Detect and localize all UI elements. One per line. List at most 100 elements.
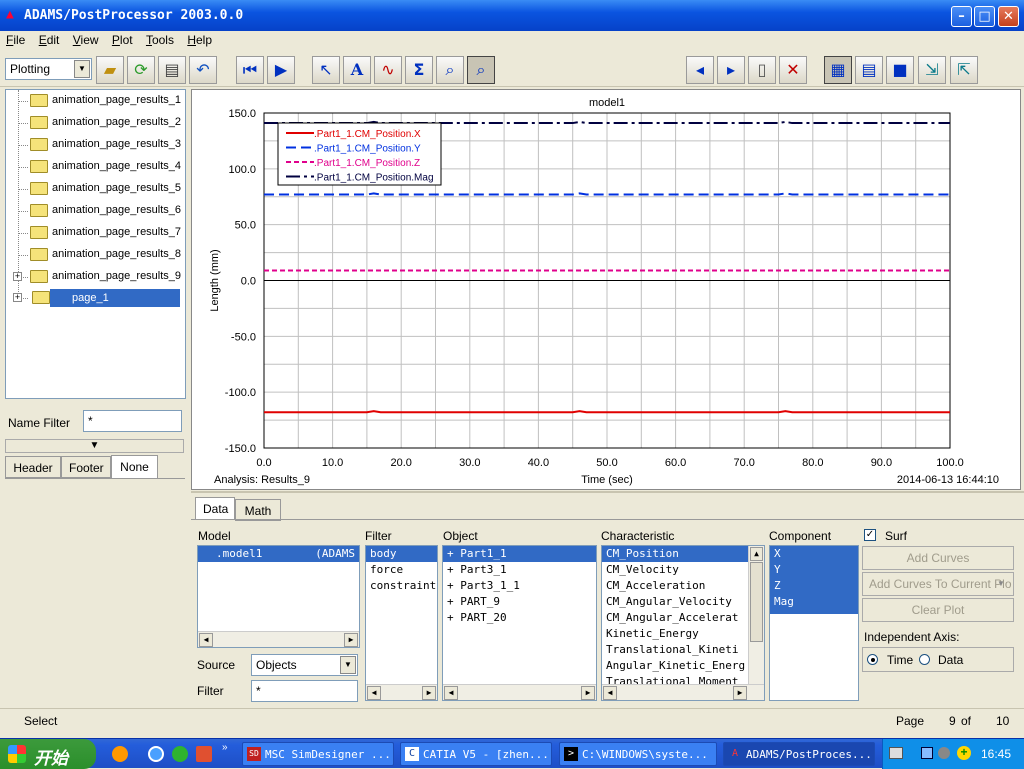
text-tool-icon[interactable]: A [343, 56, 371, 84]
tree-item-selected[interactable]: + page_1 [6, 289, 184, 307]
next-page-icon[interactable]: ▶ [267, 56, 295, 84]
list-item[interactable]: CM_Position [602, 546, 748, 562]
tab-math[interactable]: Math [235, 499, 281, 521]
add-curves-to-current-plot-button[interactable]: Add Curves To Current Plo ▼ [862, 572, 1014, 596]
scroll-right-icon[interactable]: ▶ [344, 633, 358, 647]
tab-footer[interactable]: Footer [61, 456, 111, 478]
filter-field-input[interactable]: * [251, 680, 358, 702]
first-page-icon[interactable]: ⏮ [236, 56, 264, 84]
list-item[interactable]: + Part1_1 [443, 546, 596, 562]
list-item[interactable]: Z [770, 578, 858, 594]
close-button[interactable]: ✕ [998, 6, 1019, 27]
expand-icon[interactable]: + [13, 293, 22, 302]
source-select[interactable]: Objects ▼ [251, 654, 358, 676]
list-item[interactable]: + PART_9 [443, 594, 596, 610]
tree-item[interactable]: animation_page_results_8 [6, 246, 184, 264]
keyboard-icon[interactable] [889, 747, 903, 759]
zoom-icon[interactable]: ⌕ [436, 56, 464, 84]
tree-item[interactable]: + animation_page_results_9 [6, 268, 184, 286]
new-page-icon[interactable]: ▯ [748, 56, 776, 84]
scroll-right-icon[interactable]: ▶ [733, 686, 747, 700]
list-item[interactable]: Angular_Kinetic_Energ [602, 658, 764, 674]
list-item[interactable]: force [366, 562, 437, 578]
list-item[interactable]: + Part3_1_1 [443, 578, 596, 594]
layout-full-icon[interactable]: ■ [886, 56, 914, 84]
time-radio[interactable] [867, 654, 878, 665]
characteristic-vscroll[interactable]: ▲ [748, 546, 764, 686]
list-item[interactable]: Translational_Moment [602, 674, 764, 684]
list-item[interactable]: body [366, 546, 437, 562]
scroll-left-icon[interactable]: ◀ [367, 686, 381, 700]
menu-plot[interactable]: Plot [106, 31, 137, 47]
menu-view[interactable]: View [67, 31, 103, 47]
list-item[interactable]: Y [770, 562, 858, 578]
scroll-thumb[interactable] [750, 562, 763, 642]
tree-item[interactable]: animation_page_results_3 [6, 136, 184, 154]
characteristic-list[interactable]: CM_Position CM_Velocity CM_Acceleration … [601, 545, 765, 701]
list-item[interactable]: Translational_Kineti [602, 642, 764, 658]
security-icon[interactable]: + [957, 746, 971, 760]
name-filter-input[interactable]: * [83, 410, 182, 432]
tree-item[interactable]: animation_page_results_1 [6, 92, 184, 110]
model-list[interactable]: .model1 (ADAMS ◀ ▶ [197, 545, 360, 648]
clear-plot-button[interactable]: Clear Plot [862, 598, 1014, 622]
task-simdesigner[interactable]: SD MSC SimDesigner ... [242, 742, 394, 766]
scroll-up-icon[interactable]: ▲ [750, 547, 763, 561]
layout-two-icon[interactable]: ▤ [855, 56, 883, 84]
characteristic-hscroll[interactable]: ◀ ▶ [602, 684, 764, 700]
add-curves-button[interactable]: Add Curves [862, 546, 1014, 570]
reload-icon[interactable]: ⟳ [127, 56, 155, 84]
surf-checkbox[interactable]: ✓ [864, 529, 876, 541]
tree-item[interactable]: animation_page_results_2 [6, 114, 184, 132]
list-item[interactable]: CM_Velocity [602, 562, 764, 578]
quicklaunch-icon[interactable] [112, 746, 128, 762]
scroll-right-icon[interactable]: ▶ [581, 686, 595, 700]
tab-header[interactable]: Header [5, 456, 61, 478]
tree-item[interactable]: animation_page_results_4 [6, 158, 184, 176]
minimize-button[interactable]: – [951, 6, 972, 27]
menu-edit[interactable]: Edit [33, 31, 64, 47]
list-item[interactable]: X [770, 546, 858, 562]
page-tree[interactable]: animation_page_results_1 animation_page_… [5, 89, 186, 399]
model-hscroll[interactable]: ◀ ▶ [198, 631, 359, 647]
task-adams[interactable]: A ADAMS/PostProces... [723, 742, 875, 766]
expand-icon[interactable]: + [13, 272, 22, 281]
filter-hscroll[interactable]: ◀ ▶ [366, 684, 437, 700]
menu-help[interactable]: Help [181, 31, 216, 47]
next-page-doc-icon[interactable]: ▸ [717, 56, 745, 84]
print-icon[interactable]: ▤ [158, 56, 186, 84]
list-item[interactable]: + Part3_1 [443, 562, 596, 578]
list-item[interactable]: .model1 (ADAMS [198, 546, 359, 562]
list-item[interactable]: Mag [770, 594, 858, 610]
export-icon[interactable]: ⇱ [950, 56, 978, 84]
object-list[interactable]: + Part1_1 + Part3_1 + Part3_1_1 + PART_9… [442, 545, 597, 701]
splitter[interactable] [191, 491, 1024, 493]
component-list[interactable]: X Y Z Mag [769, 545, 859, 701]
collapse-arrow-icon[interactable]: ▼ [5, 439, 184, 453]
maximize-button[interactable]: □ [974, 6, 995, 27]
filter-list[interactable]: body force constraint ◀ ▶ [365, 545, 438, 701]
messenger-icon[interactable] [172, 746, 188, 762]
app-shortcut-icon[interactable] [196, 746, 212, 762]
menu-file[interactable]: File [0, 31, 29, 47]
menu-tools[interactable]: Tools [140, 31, 178, 47]
tree-item[interactable]: animation_page_results_6 [6, 202, 184, 220]
task-cmd[interactable]: > C:\WINDOWS\syste... [559, 742, 717, 766]
mode-select[interactable]: Plotting ▼ [5, 58, 92, 80]
scroll-left-icon[interactable]: ◀ [199, 633, 213, 647]
list-item[interactable]: CM_Acceleration [602, 578, 764, 594]
layout-split-icon[interactable]: ▦ [824, 56, 852, 84]
import-icon[interactable]: ⇲ [918, 56, 946, 84]
tab-none[interactable]: None [111, 455, 158, 479]
select-arrow-icon[interactable]: ↖ [312, 56, 340, 84]
undo-icon[interactable]: ↶ [189, 56, 217, 84]
tree-item[interactable]: animation_page_results_5 [6, 180, 184, 198]
list-item[interactable]: Kinetic_Energy [602, 626, 764, 642]
list-item[interactable]: CM_Angular_Velocity [602, 594, 764, 610]
object-hscroll[interactable]: ◀ ▶ [443, 684, 596, 700]
chevron-more-icon[interactable]: » [222, 742, 228, 753]
tree-item[interactable]: animation_page_results_7 [6, 224, 184, 242]
tab-data[interactable]: Data [195, 497, 235, 519]
previous-page-icon[interactable]: ◂ [686, 56, 714, 84]
sigma-icon[interactable]: Σ [405, 56, 433, 84]
